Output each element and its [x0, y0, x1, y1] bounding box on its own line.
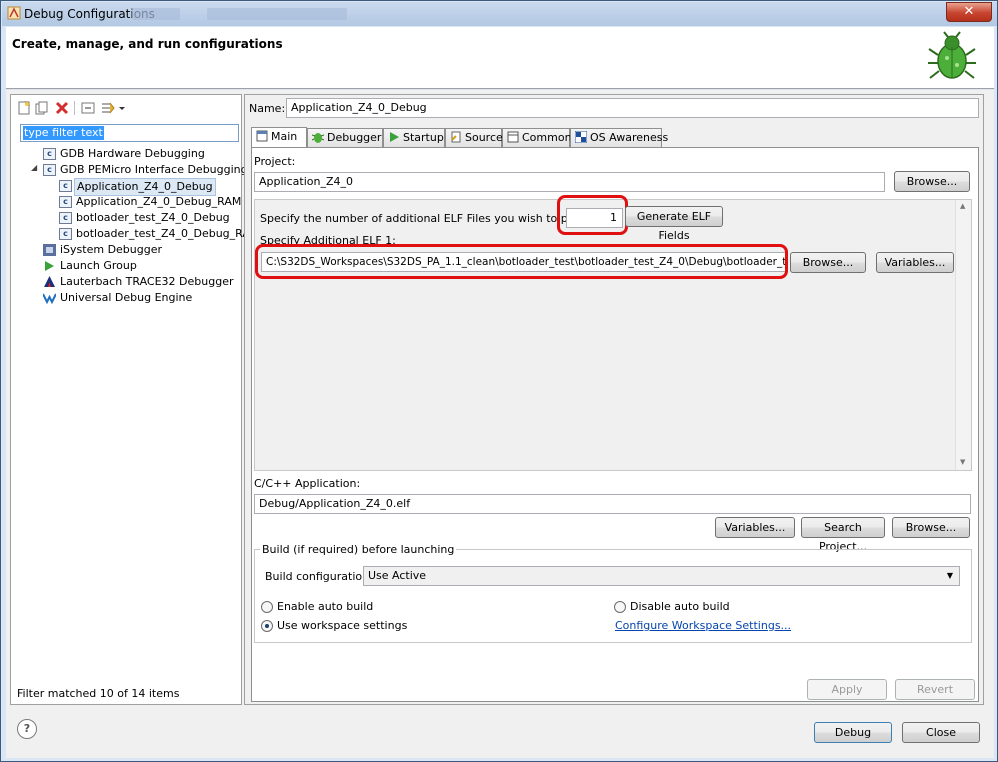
isystem-icon	[43, 244, 56, 256]
debug-button[interactable]: Debug	[814, 722, 892, 743]
c-config-icon: c	[59, 212, 72, 224]
c-config-icon: c	[59, 228, 72, 240]
search-project-button[interactable]: Search Project...	[801, 517, 885, 553]
configuration-tree-pane: type filter text c GDB Hardware Debuggin…	[10, 94, 259, 705]
tree-item-label: Universal Debug Engine	[60, 291, 193, 304]
tab-label: Common	[522, 131, 572, 144]
elf1-browse-button[interactable]: Browse...	[790, 252, 866, 273]
elf1-variables-button[interactable]: Variables...	[876, 252, 954, 273]
debug-configurations-window: Debug Configurations ✕ Create, manage, a…	[0, 0, 998, 762]
close-button[interactable]: Close	[902, 722, 980, 743]
tab-os-awareness[interactable]: OS Awareness	[570, 128, 668, 148]
application-label: C/C++ Application:	[254, 477, 361, 490]
header-title: Create, manage, and run configurations	[12, 37, 283, 51]
scroll-up-icon[interactable]: ▲	[960, 202, 965, 210]
tree-item-label: GDB PEMicro Interface Debugging	[60, 163, 248, 176]
revert-button[interactable]: Revert	[895, 679, 975, 700]
name-field[interactable]: Application_Z4_0_Debug	[286, 98, 979, 118]
enable-auto-build-radio[interactable]	[261, 601, 273, 613]
tab-startup[interactable]: Startup	[383, 128, 445, 148]
tree-expand-icon[interactable]: ◢	[31, 163, 37, 172]
tab-label: OS Awareness	[590, 131, 669, 144]
startup-tab-icon	[390, 132, 399, 142]
build-config-value: Use Active	[368, 569, 427, 582]
toolbar-separator	[74, 101, 75, 115]
c-config-icon: c	[59, 196, 72, 208]
debug-window-icon	[7, 6, 21, 20]
additional-elf-group: Specify the number of additional ELF Fil…	[254, 195, 972, 471]
launch-group-icon	[45, 261, 54, 271]
filter-input[interactable]: type filter text	[20, 124, 239, 142]
elf-count-highlight	[557, 195, 628, 235]
tab-label: Debugger	[327, 131, 382, 144]
bug-icon	[928, 31, 976, 79]
c-config-icon: c	[43, 164, 56, 176]
build-group-label: Build (if required) before launching	[260, 543, 457, 556]
tree-item-label: Launch Group	[60, 259, 137, 272]
filter-placeholder: type filter text	[23, 126, 104, 140]
elf1-path-highlight	[255, 244, 788, 279]
use-workspace-label: Use workspace settings	[277, 619, 408, 632]
enable-auto-build-label: Enable auto build	[277, 600, 374, 613]
tab-debugger[interactable]: Debugger	[307, 128, 383, 148]
tab-label: Source	[465, 131, 503, 144]
delete-configuration-icon[interactable]	[55, 101, 69, 115]
chevron-down-icon: ▼	[946, 571, 953, 580]
tree-item-label: botloader_test_Z4_0_Debug	[76, 211, 230, 224]
debugger-tab-icon	[312, 133, 324, 143]
new-configuration-icon[interactable]	[17, 101, 31, 115]
background-blur	[207, 8, 347, 20]
tab-main[interactable]: Main	[251, 127, 307, 148]
disable-auto-build-label: Disable auto build	[630, 600, 730, 613]
configuration-editor-pane: Name: Application_Z4_0_Debug Main Debugg…	[244, 94, 984, 705]
tree-item-label: Application_Z4_0_Debug_RAM	[76, 195, 242, 208]
tree-item-label: Lauterbach TRACE32 Debugger	[60, 275, 234, 288]
filter-icon[interactable]	[101, 101, 115, 115]
ude-icon	[43, 293, 56, 304]
application-variables-button[interactable]: Variables...	[715, 517, 795, 538]
duplicate-configuration-icon[interactable]	[35, 101, 49, 115]
c-config-icon: c	[59, 180, 72, 192]
tree-item-label: botloader_test_Z4_0_Debug_RAM	[76, 227, 260, 240]
project-field[interactable]: Application_Z4_0	[254, 172, 885, 192]
scroll-down-icon[interactable]: ▼	[960, 458, 965, 466]
dialog-body: type filter text c GDB Hardware Debuggin…	[6, 90, 994, 758]
elf-group-scrollbar[interactable]: ▲ ▼	[955, 200, 971, 470]
project-browse-button[interactable]: Browse...	[894, 171, 970, 192]
tab-common[interactable]: Common	[502, 128, 572, 148]
lauterbach-icon	[44, 276, 55, 287]
source-tab-icon	[451, 131, 461, 143]
tab-label: Main	[271, 130, 298, 143]
build-group: Build (if required) before launching Bui…	[254, 543, 972, 643]
tab-source[interactable]: Source	[445, 128, 503, 148]
tree-item-label: GDB Hardware Debugging	[60, 147, 205, 160]
generate-elf-fields-button[interactable]: Generate ELF Fields	[625, 206, 723, 242]
title-bar: Debug Configurations ✕	[2, 2, 997, 26]
application-browse-button[interactable]: Browse...	[892, 517, 970, 538]
dialog-header: Create, manage, and run configurations	[6, 27, 994, 89]
use-workspace-radio[interactable]	[261, 620, 273, 632]
tab-label: Startup	[403, 131, 444, 144]
collapse-all-icon[interactable]	[81, 101, 95, 115]
background-blur	[132, 8, 180, 20]
project-label: Project:	[254, 155, 296, 168]
application-field[interactable]: Debug/Application_Z4_0.elf	[254, 494, 971, 514]
apply-button[interactable]: Apply	[807, 679, 887, 700]
window-close-button[interactable]: ✕	[946, 2, 992, 22]
configuration-tree: c GDB Hardware Debugging ◢ c GDB PEMicro…	[11, 145, 259, 325]
c-config-icon: c	[43, 148, 56, 160]
common-tab-icon	[507, 131, 519, 143]
filter-status: Filter matched 10 of 14 items	[17, 687, 180, 700]
main-tab-icon	[256, 130, 268, 142]
help-icon[interactable]: ?	[17, 719, 37, 739]
disable-auto-build-radio[interactable]	[614, 601, 626, 613]
os-awareness-tab-icon	[575, 131, 587, 143]
chevron-down-icon[interactable]	[117, 101, 131, 115]
build-config-label: Build configuration:	[265, 570, 373, 583]
tree-item-label: iSystem Debugger	[60, 243, 163, 256]
build-config-select[interactable]: Use Active ▼	[363, 566, 960, 586]
name-label: Name:	[249, 102, 286, 115]
configure-workspace-link[interactable]: Configure Workspace Settings...	[615, 619, 791, 632]
main-tab-panel: Project: Application_Z4_0 Browse... Spec…	[251, 147, 979, 702]
